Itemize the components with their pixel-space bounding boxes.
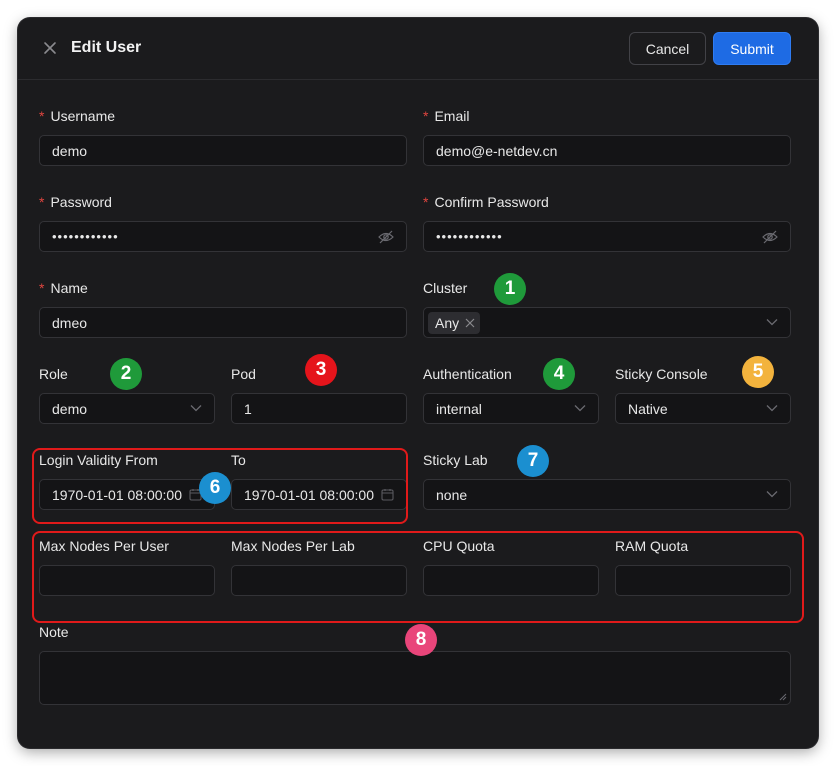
authentication-label: Authentication (423, 366, 512, 382)
sticky-lab-select[interactable]: none (423, 479, 791, 510)
note-textarea[interactable] (39, 651, 791, 705)
annotation-badge-5: 5 (742, 356, 774, 388)
chevron-down-icon (766, 319, 778, 326)
name-field[interactable]: dmeo (39, 307, 407, 338)
sticky-console-label: Sticky Console (615, 366, 708, 382)
required-mark: * (39, 280, 45, 296)
pod-label: Pod (231, 366, 256, 382)
sticky-lab-label: Sticky Lab (423, 452, 488, 468)
eye-slash-icon[interactable] (762, 230, 778, 244)
required-mark: * (423, 108, 429, 124)
confirm-password-label: * Confirm Password (423, 194, 549, 210)
annotation-badge-1: 1 (494, 273, 526, 305)
password-label: * Password (39, 194, 112, 210)
edit-user-dialog: Edit User Cancel Submit * Username demo *… (18, 18, 818, 748)
annotation-badge-8: 8 (405, 624, 437, 656)
chevron-down-icon (766, 405, 778, 412)
dialog-title: Edit User (71, 39, 142, 56)
close-icon[interactable] (41, 39, 59, 57)
confirm-password-field[interactable]: •••••••••••• (423, 221, 791, 252)
role-select[interactable]: demo (39, 393, 215, 424)
note-label: Note (39, 624, 69, 640)
username-label: * Username (39, 108, 116, 124)
chevron-down-icon (574, 405, 586, 412)
eye-slash-icon[interactable] (378, 230, 394, 244)
cancel-button[interactable]: Cancel (629, 32, 706, 65)
name-label: * Name (39, 280, 88, 296)
annotation-badge-2: 2 (110, 358, 142, 390)
required-mark: * (39, 108, 45, 124)
email-field[interactable]: demo@e-netdev.cn (423, 135, 791, 166)
sticky-console-select[interactable]: Native (615, 393, 791, 424)
dialog-header: Edit User Cancel Submit (18, 18, 818, 80)
close-icon[interactable] (465, 318, 475, 328)
password-field[interactable]: •••••••••••• (39, 221, 407, 252)
chevron-down-icon (190, 405, 202, 412)
email-label: * Email (423, 108, 470, 124)
resize-handle-icon[interactable] (779, 693, 787, 701)
pod-field[interactable]: 1 (231, 393, 407, 424)
cluster-label: Cluster (423, 280, 468, 296)
annotation-badge-3: 3 (305, 354, 337, 386)
annotation-badge-4: 4 (543, 358, 575, 390)
chevron-down-icon (766, 491, 778, 498)
annotation-badge-7: 7 (517, 445, 549, 477)
required-mark: * (423, 194, 429, 210)
cluster-tag: Any (428, 311, 481, 334)
quota-highlight (32, 531, 804, 623)
required-mark: * (39, 194, 45, 210)
role-label: Role (39, 366, 68, 382)
cluster-select[interactable]: Any (423, 307, 791, 338)
username-field[interactable]: demo (39, 135, 407, 166)
annotation-badge-6: 6 (199, 472, 231, 504)
submit-button[interactable]: Submit (713, 32, 791, 65)
authentication-select[interactable]: internal (423, 393, 599, 424)
